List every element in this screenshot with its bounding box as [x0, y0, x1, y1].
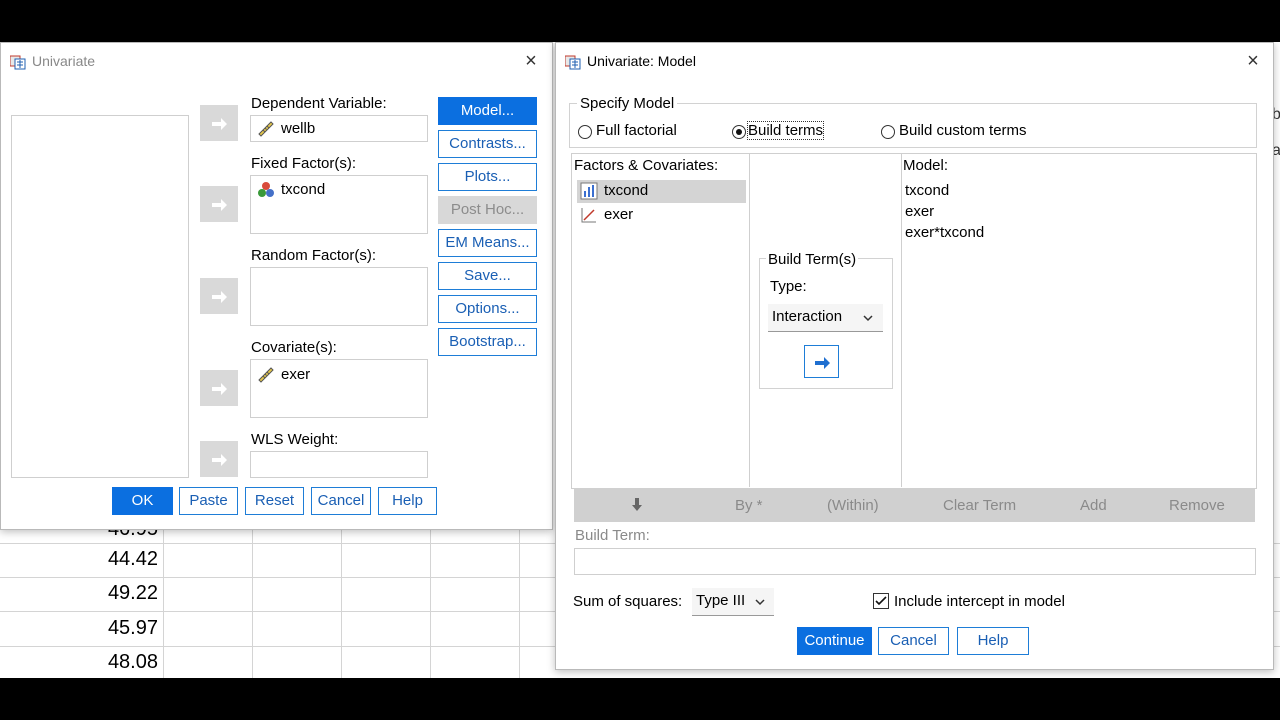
options-button[interactable]: Options...: [438, 295, 537, 323]
include-intercept-label[interactable]: Include intercept in model: [894, 593, 1065, 610]
spreadsheet-cell[interactable]: 45.97: [0, 617, 158, 640]
build-custom-terms-radio[interactable]: [881, 125, 895, 139]
arrow-right-icon: [212, 199, 227, 211]
include-intercept-checkbox[interactable]: [873, 593, 889, 609]
build-terms-radio[interactable]: [732, 125, 746, 139]
covariates-list[interactable]: exer: [250, 359, 428, 418]
model-term[interactable]: txcond: [905, 182, 949, 199]
build-term-label: Build Term:: [575, 527, 650, 544]
ruler-scale-icon: [258, 367, 274, 383]
univariate-dialog: Univariate × Dependent Variable: wellb F…: [0, 42, 553, 530]
sum-of-squares-label: Sum of squares:: [573, 593, 683, 610]
remove-term-button[interactable]: Remove: [1169, 497, 1225, 514]
move-to-wls-weight-button[interactable]: [200, 441, 238, 477]
full-factorial-radio[interactable]: [578, 125, 592, 139]
contrasts-button[interactable]: Contrasts...: [438, 130, 537, 158]
add-to-model-button[interactable]: [804, 345, 839, 378]
full-factorial-label[interactable]: Full factorial: [596, 122, 677, 139]
spreadsheet-cell[interactable]: 49.22: [0, 582, 158, 605]
ok-button[interactable]: OK: [112, 487, 173, 515]
paste-button[interactable]: Paste: [179, 487, 238, 515]
build-custom-terms-label[interactable]: Build custom terms: [899, 122, 1027, 139]
build-term-field[interactable]: [574, 548, 1256, 575]
factors-covariates-label: Factors & Covariates:: [574, 157, 719, 174]
close-icon[interactable]: ×: [521, 51, 541, 71]
wls-weight-label: WLS Weight:: [251, 431, 339, 448]
chevron-down-icon: [755, 599, 765, 606]
univariate-model-dialog: Univariate: Model × Specify Model Full f…: [555, 42, 1274, 670]
move-to-covariate-button[interactable]: [200, 370, 238, 406]
move-to-fixed-factor-button[interactable]: [200, 186, 238, 222]
chevron-down-icon: [863, 315, 873, 322]
term-type-dropdown[interactable]: Interaction: [768, 304, 883, 332]
random-factor-list[interactable]: [250, 267, 428, 326]
ruler-scale-icon: [258, 121, 274, 137]
univariate-titlebar: Univariate ×: [1, 43, 552, 79]
build-terms-group-label: Build Term(s): [766, 251, 859, 268]
sum-of-squares-dropdown[interactable]: Type III: [692, 588, 774, 616]
arrow-right-icon: [212, 454, 227, 466]
checkmark-icon: [875, 596, 887, 606]
move-to-dependent-button[interactable]: [200, 105, 238, 141]
add-term-button[interactable]: Add: [1080, 497, 1107, 514]
spss-app-icon: [10, 55, 26, 70]
source-variable-list[interactable]: [11, 115, 189, 478]
covariates-label: Covariate(s):: [251, 339, 337, 356]
within-button[interactable]: (Within): [827, 497, 879, 514]
dialog-title: Univariate: Model: [587, 53, 696, 69]
post-hoc-button[interactable]: Post Hoc...: [438, 196, 537, 224]
em-means-button[interactable]: EM Means...: [438, 229, 537, 257]
continue-button[interactable]: Continue: [797, 627, 872, 655]
bootstrap-button[interactable]: Bootstrap...: [438, 328, 537, 356]
save-button[interactable]: Save...: [438, 262, 537, 290]
specify-model-label: Specify Model: [577, 95, 678, 112]
model-terms-list[interactable]: txcond exer exer*txcond: [902, 178, 1254, 486]
model-term[interactable]: exer: [905, 203, 934, 220]
model-term[interactable]: exer*txcond: [905, 224, 984, 241]
type-label: Type:: [770, 278, 807, 295]
fixed-factor-label: Fixed Factor(s):: [251, 155, 357, 172]
model-label: Model:: [903, 157, 949, 174]
term-toolbar: By * (Within) Clear Term Add Remove: [574, 488, 1255, 522]
bar-chart-icon: [580, 182, 598, 200]
help-button[interactable]: Help: [957, 627, 1029, 655]
nominal-variable-icon: [258, 182, 274, 197]
arrow-right-icon: [212, 118, 227, 130]
list-item-selected[interactable]: [577, 180, 746, 203]
spreadsheet-cell[interactable]: 48.08: [0, 651, 158, 674]
random-factor-label: Random Factor(s):: [251, 247, 377, 264]
scatter-line-icon: [581, 208, 596, 223]
spss-app-icon: [565, 55, 581, 70]
build-terms-label[interactable]: Build terms: [746, 121, 825, 140]
fixed-factor-list[interactable]: txcond: [250, 175, 428, 234]
factors-covariates-list[interactable]: txcond exer: [574, 178, 749, 486]
cancel-button[interactable]: Cancel: [878, 627, 949, 655]
dependent-variable-label: Dependent Variable:: [251, 95, 387, 112]
wls-weight-field[interactable]: [250, 451, 428, 478]
spreadsheet-cell[interactable]: 44.42: [0, 548, 158, 571]
move-to-random-factor-button[interactable]: [200, 278, 238, 314]
arrow-right-icon: [815, 357, 830, 369]
by-button[interactable]: By *: [735, 497, 763, 514]
arrow-right-icon: [212, 383, 227, 395]
plots-button[interactable]: Plots...: [438, 163, 537, 191]
help-button[interactable]: Help: [378, 487, 437, 515]
model-button[interactable]: Model...: [438, 97, 537, 125]
clear-term-button[interactable]: Clear Term: [943, 497, 1016, 514]
model-titlebar: Univariate: Model ×: [556, 43, 1273, 79]
arrow-right-icon: [212, 291, 227, 303]
cancel-button[interactable]: Cancel: [311, 487, 371, 515]
reset-button[interactable]: Reset: [245, 487, 304, 515]
dependent-variable-field[interactable]: wellb: [250, 115, 428, 142]
close-icon[interactable]: ×: [1243, 51, 1263, 71]
arrow-down-icon[interactable]: [629, 497, 645, 513]
dialog-title: Univariate: [32, 53, 96, 69]
divider: [749, 153, 750, 487]
